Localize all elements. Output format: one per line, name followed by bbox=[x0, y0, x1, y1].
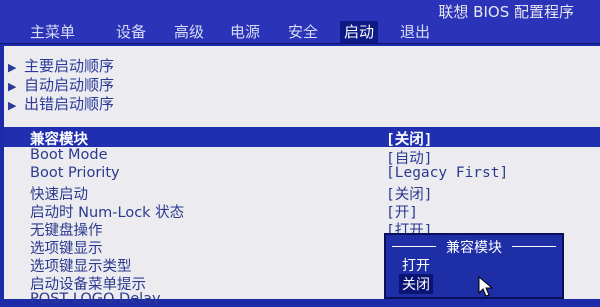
setting-boot-priority-value[interactable]: [Legacy First] bbox=[386, 165, 508, 181]
triangle-right-icon: ▶ bbox=[8, 80, 17, 93]
setting-compat-module-value[interactable]: [关闭] bbox=[386, 128, 432, 149]
tab-advanced[interactable]: 高级 bbox=[170, 21, 208, 43]
setting-boot-mode-label[interactable]: Boot Mode bbox=[30, 147, 108, 163]
title-bar: 联想 BIOS 配置程序 bbox=[0, 0, 600, 21]
tab-exit[interactable]: 退出 bbox=[396, 21, 434, 43]
setting-compat-module-label[interactable]: 兼容模块 bbox=[30, 128, 88, 149]
section-error-boot-order[interactable]: ▶ 出错启动顺序 bbox=[8, 93, 114, 114]
setting-boot-priority-label[interactable]: Boot Priority bbox=[30, 165, 120, 181]
popup-option-off[interactable]: 关闭 bbox=[399, 274, 433, 294]
triangle-right-icon: ▶ bbox=[8, 61, 17, 74]
popup-title: 兼容模块 bbox=[446, 240, 502, 256]
tab-main[interactable]: 主菜单 bbox=[26, 21, 79, 43]
section-primary-boot-order[interactable]: ▶ 主要启动顺序 bbox=[8, 55, 114, 76]
tab-boot[interactable]: 启动 bbox=[340, 21, 379, 43]
section-auto-boot-order[interactable]: ▶ 自动启动顺序 bbox=[8, 74, 114, 95]
setting-post-logo-delay-label[interactable]: POST LOGO Delay bbox=[30, 291, 161, 307]
menu-bar: 主菜单 设备 高级 电源 安全 启动 退出 bbox=[0, 21, 600, 44]
option-popup: 兼容模块 打开 关闭 bbox=[384, 233, 564, 299]
popup-option-on[interactable]: 打开 bbox=[402, 255, 430, 275]
tab-power[interactable]: 电源 bbox=[226, 21, 264, 43]
section-label: 主要启动顺序 bbox=[24, 57, 115, 75]
tab-security[interactable]: 安全 bbox=[284, 21, 322, 43]
mouse-cursor-icon bbox=[478, 276, 494, 297]
tab-devices[interactable]: 设备 bbox=[112, 21, 150, 43]
app-title: 联想 BIOS 配置程序 bbox=[438, 3, 574, 21]
section-label: 出错启动顺序 bbox=[24, 95, 115, 113]
section-label: 自动启动顺序 bbox=[24, 76, 115, 94]
triangle-right-icon: ▶ bbox=[8, 99, 17, 112]
selection-highlight bbox=[4, 127, 600, 147]
